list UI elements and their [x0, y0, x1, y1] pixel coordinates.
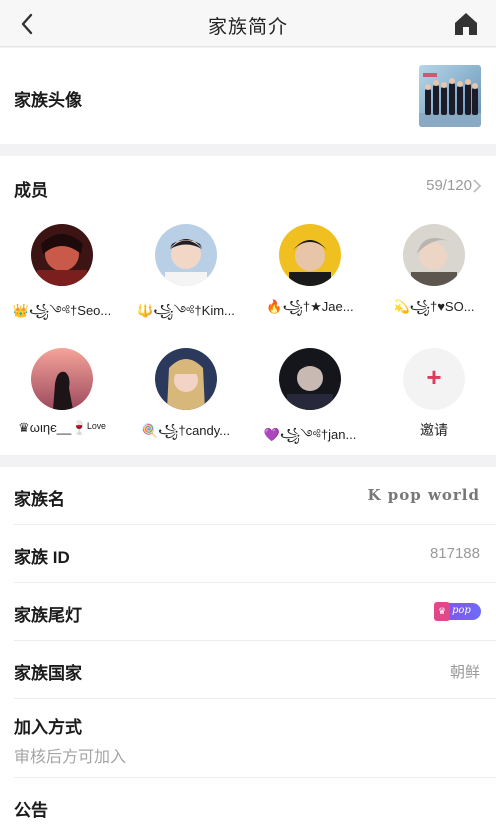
member-item[interactable]: 🔥꧁†★Jae... [248, 224, 372, 323]
member-item[interactable]: 🍭꧁†candy... [124, 348, 248, 447]
member-avatar[interactable] [155, 348, 217, 410]
member-name: 🔱꧁༺†Kim... [137, 303, 235, 318]
tail-light-emblem-icon: ♛ [434, 602, 450, 621]
members-label: 成员 [14, 181, 48, 200]
member-name: ♛ωιηє__🍷ᴸᵒᵛᵉ [18, 420, 106, 435]
family-name-row[interactable]: 家族名 K pop world [0, 467, 496, 524]
family-avatar-image[interactable] [419, 65, 481, 127]
chevron-right-icon[interactable] [472, 179, 482, 193]
member-avatar[interactable] [279, 348, 341, 410]
notice-label: 公告 [14, 801, 48, 820]
member-item[interactable]: 💫꧁†♥SO... [372, 224, 496, 323]
tail-light-label: 家族尾灯 [14, 606, 82, 625]
country-value: 朝鲜 [449, 664, 480, 681]
tail-light-badge: ♛ pop [434, 602, 481, 621]
join-method-value: 审核后方可加入 [14, 749, 127, 766]
member-avatar[interactable] [31, 224, 93, 286]
member-item[interactable]: 🔱꧁༺†Kim... [124, 224, 248, 333]
member-count[interactable]: 59/120 [426, 177, 472, 194]
member-name: 💫꧁†♥SO... [393, 299, 475, 314]
family-id-row[interactable]: 家族 ID 817188 [0, 525, 496, 582]
join-method-label: 加入方式 [14, 718, 82, 737]
member-name: 🍭꧁†candy... [141, 423, 231, 438]
join-method-row[interactable]: 加入方式 审核后方可加入 [0, 699, 496, 777]
invite-circle[interactable]: + [403, 348, 465, 410]
member-item[interactable]: 👑꧁༺†Seo... [0, 224, 124, 333]
family-id-label: 家族 ID [14, 548, 70, 567]
member-item[interactable]: ♛ωιηє__🍷ᴸᵒᵛᵉ [0, 348, 124, 436]
member-avatar[interactable] [155, 224, 217, 286]
member-name: 👑꧁༺†Seo... [12, 303, 112, 318]
page-title: 家族简介 [207, 17, 288, 38]
country-label: 家族国家 [14, 664, 82, 683]
family-country-row[interactable]: 家族国家 朝鲜 [0, 641, 496, 698]
member-avatar[interactable] [31, 348, 93, 410]
family-info-section: 家族名 K pop world 家族 ID 817188 家族尾灯 ♛ pop … [0, 467, 496, 825]
family-avatar-label: 家族头像 [14, 91, 82, 110]
home-icon[interactable] [452, 10, 480, 38]
member-name: 💜꧁༺†jan... [263, 427, 357, 442]
family-tail-light-row[interactable]: 家族尾灯 ♛ pop [0, 583, 496, 640]
family-name-label: 家族名 [14, 490, 65, 509]
member-item[interactable]: 💜꧁༺†jan... [248, 348, 372, 457]
member-avatar[interactable] [279, 224, 341, 286]
family-avatar-row[interactable]: 家族头像 [0, 48, 496, 144]
tail-light-text: pop [452, 605, 471, 616]
member-name: 🔥꧁†★Jae... [266, 299, 354, 314]
members-section: 成员 59/120 👑꧁༺†Seo... 🔱꧁༺†Kim... 🔥꧁†★Jae.… [0, 156, 496, 455]
family-id-value: 817188 [429, 545, 480, 562]
plus-icon: + [426, 362, 442, 392]
invite-button[interactable]: + 邀请 [372, 348, 496, 440]
family-name-value: K pop world [367, 486, 480, 504]
navigation-bar: 家族简介 [0, 0, 496, 47]
invite-label: 邀请 [420, 422, 448, 438]
member-avatar[interactable] [403, 224, 465, 286]
notice-row[interactable]: 公告 [0, 778, 496, 825]
